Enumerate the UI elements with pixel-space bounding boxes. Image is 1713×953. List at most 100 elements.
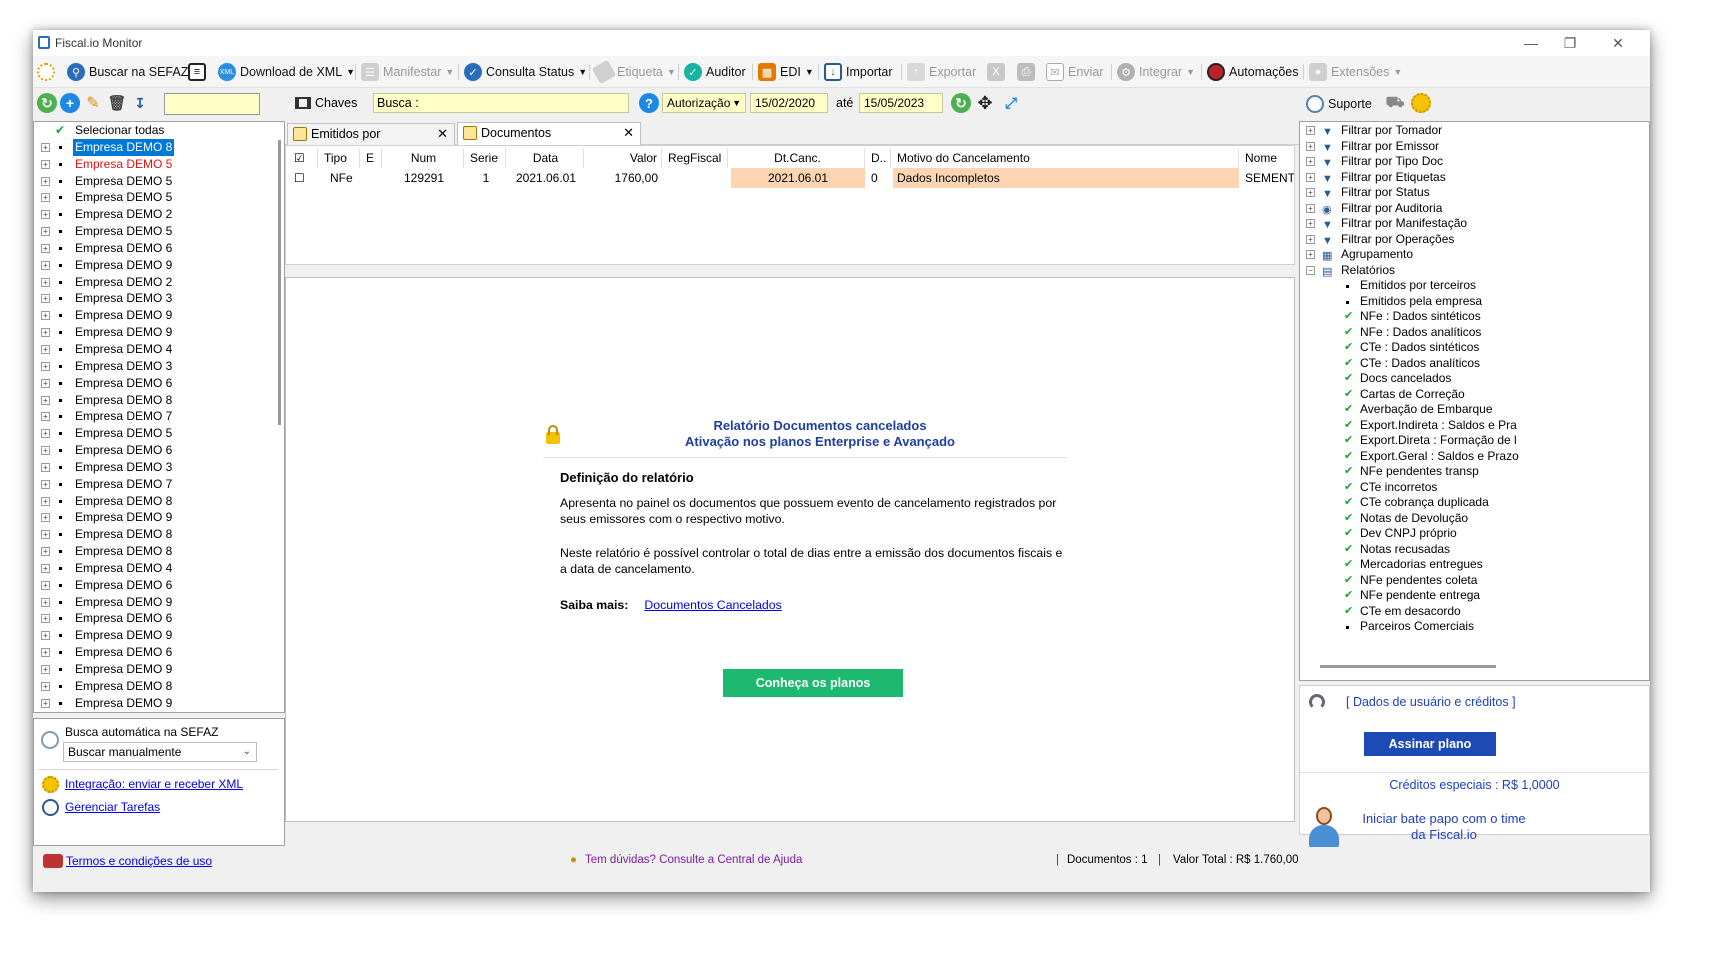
date-to-input[interactable]: 15/05/2023 [859, 93, 943, 113]
company-row[interactable]: + Empresa DEMO 8 [34, 493, 284, 510]
company-row[interactable]: + Empresa DEMO 5 [34, 173, 284, 190]
filters-scrollbar[interactable] [1320, 665, 1496, 668]
expand-icon[interactable]: + [41, 344, 50, 354]
terms-link[interactable]: Termos e condições de uso [66, 854, 212, 868]
filter-item[interactable]: + ▼ Filtrar por Emissor [1300, 139, 1649, 155]
add-icon[interactable]: + [60, 93, 80, 113]
edi-button[interactable]: ▩ EDI ▼ [758, 61, 814, 83]
expand-icon[interactable]: + [41, 563, 50, 573]
company-search-input[interactable] [164, 93, 260, 115]
filter-item[interactable]: + ▼ Filtrar por Manifestação [1300, 216, 1649, 232]
report-item[interactable]: ✔ NFe pendentes transp [1300, 464, 1649, 480]
col-valor[interactable]: Valor [586, 148, 662, 168]
company-row[interactable]: + Empresa DEMO 3 [34, 290, 284, 307]
col-num[interactable]: Num [384, 148, 464, 168]
conheca-planos-button[interactable]: Conheça os planos [723, 669, 903, 697]
expand-icon[interactable]: + [1306, 141, 1315, 151]
refresh-icon[interactable]: ↻ [37, 93, 57, 113]
report-item[interactable]: Emitidos por terceiros [1300, 278, 1649, 294]
expand-icon[interactable]: + [41, 277, 50, 287]
expand-icon[interactable]: + [1306, 126, 1315, 135]
company-row[interactable]: +Empresa DEMO 9 [34, 712, 284, 713]
report-item[interactable]: ✔ Averbação de Embarque [1300, 402, 1649, 418]
download-xml-button[interactable]: XML Download de XML ▼ [218, 61, 355, 83]
expand-icon[interactable]: + [41, 176, 50, 186]
company-row[interactable]: +Empresa DEMO 9 [34, 627, 284, 644]
report-item[interactable]: ✔ Dev CNPJ próprio [1300, 526, 1649, 542]
expand-icon[interactable]: + [41, 496, 50, 506]
report-item[interactable]: ✔ Mercadorias entregues [1300, 557, 1649, 573]
report-item[interactable]: ✔ CTe incorretos [1300, 480, 1649, 496]
refresh-search-icon[interactable]: ↻ [951, 93, 971, 113]
importar-button[interactable]: ↓ Importar [824, 61, 893, 83]
company-row[interactable]: + Empresa DEMO 8 [34, 543, 284, 560]
list-button[interactable]: ≡ [188, 61, 210, 83]
expand-icon[interactable]: + [1306, 203, 1315, 213]
company-row[interactable]: + Empresa DEMO 8 [34, 678, 284, 695]
expand-icon[interactable]: + [41, 210, 50, 220]
excel-button[interactable]: X [987, 61, 1009, 83]
company-row[interactable]: + Empresa DEMO 3 [34, 459, 284, 476]
filter-item[interactable]: − ▤ Relatórios [1300, 263, 1649, 279]
company-row[interactable]: + Empresa DEMO 2 [34, 274, 284, 291]
integrar-button[interactable]: ⚙ Integrar ▼ [1117, 61, 1195, 83]
expand-icon[interactable]: + [41, 395, 50, 405]
company-row[interactable]: + Empresa DEMO 8 [34, 392, 284, 409]
report-item[interactable]: ✔ Docs cancelados [1300, 371, 1649, 387]
expand-icon[interactable]: + [1306, 172, 1315, 182]
collapse-icon[interactable]: ✥ [975, 93, 995, 113]
expand-icon[interactable]: + [41, 311, 50, 321]
etiqueta-button[interactable]: Etiqueta ▼ [591, 59, 676, 85]
filter-item[interactable]: + ◉ Filtrar por Auditoria [1300, 201, 1649, 217]
print-button[interactable]: ⎙ [1017, 61, 1039, 83]
report-item[interactable]: ✔ Export.Geral : Saldos e Prazo [1300, 449, 1649, 465]
expand-icon[interactable]: + [41, 142, 50, 152]
expand-icon[interactable]: + [41, 614, 50, 624]
company-row[interactable]: +Empresa DEMO 9 [34, 257, 284, 274]
company-row[interactable]: +Empresa DEMO 9 [34, 661, 284, 678]
report-item[interactable]: ✔ NFe pendente entrega [1300, 588, 1649, 604]
help-center-link[interactable]: Tem dúvidas? Consulte a Central de Ajuda [585, 850, 802, 870]
expand-icon[interactable]: + [41, 294, 50, 304]
filter-item[interactable]: + ▼ Filtrar por Tomador [1300, 123, 1649, 139]
consulta-status-button[interactable]: ✓ Consulta Status ▼ [464, 61, 587, 83]
extensoes-button[interactable]: ✦ Extensões ▼ [1309, 61, 1402, 83]
expand-icon[interactable]: + [41, 361, 50, 371]
company-row[interactable]: + Empresa DEMO 4 [34, 560, 284, 577]
expand-icon[interactable]: + [41, 243, 50, 253]
report-item[interactable]: Emitidos pela empresa [1300, 294, 1649, 310]
enviar-button[interactable]: ✉ Enviar [1046, 61, 1103, 83]
report-item[interactable]: ✔ NFe : Dados analíticos [1300, 325, 1649, 341]
report-item[interactable]: ✔ CTe cobrança duplicada [1300, 495, 1649, 511]
company-row[interactable]: + Empresa DEMO 6 [34, 240, 284, 257]
company-row[interactable]: + Empresa DEMO 6 [34, 375, 284, 392]
trash-icon[interactable]: 🗑 [107, 93, 127, 113]
company-row[interactable]: + Empresa DEMO 8 [34, 526, 284, 543]
expand-icon[interactable]: + [41, 446, 50, 456]
tab-emitidos-terceiros[interactable]: Emitidos por terceiros✕ [287, 123, 455, 161]
company-row[interactable]: + Empresa DEMO 3 [34, 358, 284, 375]
expand-icon[interactable]: + [41, 513, 50, 523]
expand-icon[interactable]: + [41, 580, 50, 590]
report-item[interactable]: ✔ Notas recusadas [1300, 542, 1649, 558]
company-row[interactable]: + Empresa DEMO 2 [34, 206, 284, 223]
expand-icon[interactable]: + [1306, 157, 1315, 166]
filter-item[interactable]: + ▼ Filtrar por Etiquetas [1300, 170, 1649, 186]
assinar-plano-button[interactable]: Assinar plano [1364, 732, 1496, 756]
expand-icon[interactable]: + [1306, 250, 1315, 259]
row-checkbox[interactable]: ☐ [290, 168, 318, 188]
report-item[interactable]: ✔ CTe : Dados sintéticos [1300, 340, 1649, 356]
minimize-icon[interactable]: — [1516, 33, 1546, 53]
company-row[interactable]: + Empresa DEMO 4 [34, 341, 284, 358]
chat-panel[interactable]: Iniciar bate papo com o time da Fiscal.i… [1299, 801, 1650, 861]
company-row[interactable]: + Empresa DEMO 7 [34, 408, 284, 425]
close-icon[interactable]: ✕ [1603, 33, 1633, 53]
expand-icon[interactable]: + [41, 597, 50, 607]
dados-usuario-link[interactable]: [ Dados de usuário e créditos ] [1346, 695, 1516, 709]
company-row[interactable]: + Empresa DEMO 7 [34, 476, 284, 493]
report-item[interactable]: Parceiros Comerciais [1300, 619, 1649, 635]
chaves-button[interactable]: Chaves [295, 93, 357, 113]
documentos-cancelados-link[interactable]: Documentos Cancelados [644, 598, 781, 612]
filter-item[interactable]: + ▼ Filtrar por Operações [1300, 232, 1649, 248]
col-dtcanc[interactable]: Dt.Canc. [731, 148, 865, 168]
